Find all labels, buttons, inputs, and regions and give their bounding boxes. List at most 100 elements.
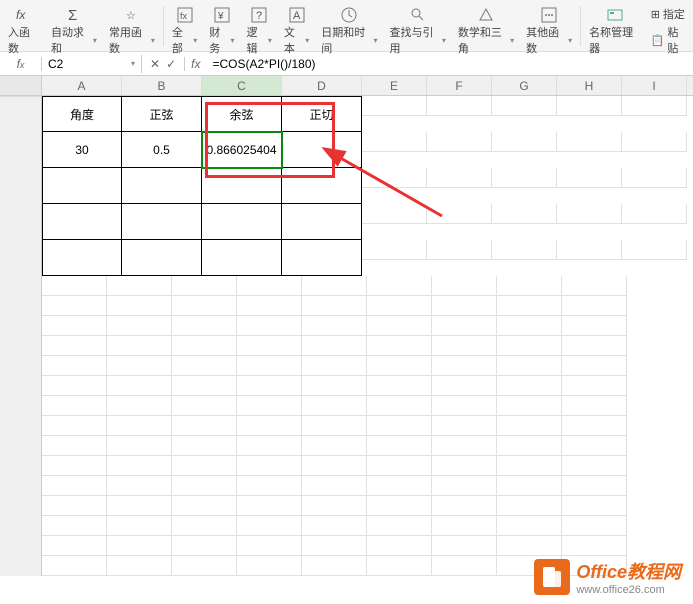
cell-empty[interactable] [107, 536, 172, 556]
cell-a4[interactable] [42, 204, 122, 240]
cell-empty[interactable] [42, 336, 107, 356]
cell-a2[interactable]: 30 [42, 132, 122, 168]
cell-empty[interactable] [237, 436, 302, 456]
cell-empty[interactable] [172, 296, 237, 316]
cell-f1[interactable] [427, 96, 492, 116]
cell-g2[interactable] [492, 132, 557, 152]
cell-empty[interactable] [107, 356, 172, 376]
insert-function-button[interactable]: fx 入函数 [2, 4, 45, 50]
cell-empty[interactable] [302, 496, 367, 516]
col-header-i[interactable]: I [622, 76, 687, 95]
cell-empty[interactable] [42, 396, 107, 416]
cell-empty[interactable] [107, 556, 172, 576]
cell-empty[interactable] [302, 476, 367, 496]
name-manager-button[interactable]: 名称管理器 [583, 4, 647, 50]
cell-f4[interactable] [427, 204, 492, 224]
cell-empty[interactable] [497, 376, 562, 396]
cell-empty[interactable] [432, 416, 497, 436]
cell-empty[interactable] [107, 496, 172, 516]
cell-empty[interactable] [172, 316, 237, 336]
cell-empty[interactable] [367, 396, 432, 416]
cell-i3[interactable] [622, 168, 687, 188]
cell-empty[interactable] [497, 316, 562, 336]
cell-empty[interactable] [237, 356, 302, 376]
cell-empty[interactable] [367, 456, 432, 476]
cell-d5[interactable] [282, 240, 362, 276]
cell-empty[interactable] [432, 336, 497, 356]
name-box[interactable]: C2 ▾ [42, 55, 142, 73]
cell-empty[interactable] [497, 396, 562, 416]
cell-empty[interactable] [107, 476, 172, 496]
cell-empty[interactable] [432, 436, 497, 456]
cell-empty[interactable] [302, 356, 367, 376]
cell-empty[interactable] [172, 556, 237, 576]
cell-empty[interactable] [107, 276, 172, 296]
cell-empty[interactable] [367, 496, 432, 516]
cell-f2[interactable] [427, 132, 492, 152]
cell-empty[interactable] [497, 276, 562, 296]
cell-empty[interactable] [497, 336, 562, 356]
specify-button[interactable]: ⊞指定 [651, 6, 687, 22]
cell-empty[interactable] [432, 296, 497, 316]
cell-i5[interactable] [622, 240, 687, 260]
col-header-b[interactable]: B [122, 76, 202, 95]
cell-empty[interactable] [42, 416, 107, 436]
cell-empty[interactable] [42, 496, 107, 516]
cell-empty[interactable] [562, 536, 627, 556]
cell-f5[interactable] [427, 240, 492, 260]
cell-i4[interactable] [622, 204, 687, 224]
cell-empty[interactable] [107, 436, 172, 456]
cell-empty[interactable] [432, 496, 497, 516]
cell-e2[interactable] [362, 132, 427, 152]
cell-empty[interactable] [107, 296, 172, 316]
cell-empty[interactable] [172, 536, 237, 556]
cell-empty[interactable] [367, 476, 432, 496]
cell-e3[interactable] [362, 168, 427, 188]
autosum-button[interactable]: Σ 自动求和▾ [45, 4, 103, 50]
cell-a5[interactable] [42, 240, 122, 276]
logical-button[interactable]: ? 逻辑▾ [241, 4, 278, 50]
cell-f3[interactable] [427, 168, 492, 188]
cell-empty[interactable] [237, 556, 302, 576]
cell-empty[interactable] [562, 496, 627, 516]
cancel-icon[interactable]: ✕ [150, 57, 160, 71]
cell-empty[interactable] [172, 476, 237, 496]
cell-empty[interactable] [367, 516, 432, 536]
cell-b3[interactable] [122, 168, 202, 204]
cell-empty[interactable] [497, 456, 562, 476]
col-header-d[interactable]: D [282, 76, 362, 95]
cell-i1[interactable] [622, 96, 687, 116]
formula-input[interactable] [206, 55, 693, 73]
cell-empty[interactable] [367, 436, 432, 456]
cell-h1[interactable] [557, 96, 622, 116]
cell-empty[interactable] [172, 396, 237, 416]
cell-empty[interactable] [172, 336, 237, 356]
cell-empty[interactable] [432, 356, 497, 376]
cell-empty[interactable] [562, 296, 627, 316]
col-header-f[interactable]: F [427, 76, 492, 95]
cell-empty[interactable] [432, 516, 497, 536]
cell-empty[interactable] [107, 516, 172, 536]
cell-empty[interactable] [237, 456, 302, 476]
cell-empty[interactable] [42, 296, 107, 316]
cell-empty[interactable] [237, 396, 302, 416]
cell-empty[interactable] [367, 276, 432, 296]
cell-b4[interactable] [122, 204, 202, 240]
cell-b5[interactable] [122, 240, 202, 276]
cell-empty[interactable] [107, 376, 172, 396]
cell-empty[interactable] [562, 476, 627, 496]
cell-empty[interactable] [562, 276, 627, 296]
cells-area[interactable]: 角度 正弦 余弦 正切 30 0.5 0.866025404 [42, 96, 693, 576]
other-functions-button[interactable]: 其他函数▾ [520, 4, 578, 50]
cell-empty[interactable] [302, 316, 367, 336]
cell-c2[interactable]: 0.866025404 [202, 132, 282, 168]
cell-empty[interactable] [302, 376, 367, 396]
cell-empty[interactable] [42, 516, 107, 536]
cell-c5[interactable] [202, 240, 282, 276]
cell-empty[interactable] [497, 356, 562, 376]
cell-a1[interactable]: 角度 [42, 96, 122, 132]
cell-empty[interactable] [562, 376, 627, 396]
cell-b2[interactable]: 0.5 [122, 132, 202, 168]
cell-h4[interactable] [557, 204, 622, 224]
select-all-corner[interactable] [0, 76, 42, 95]
